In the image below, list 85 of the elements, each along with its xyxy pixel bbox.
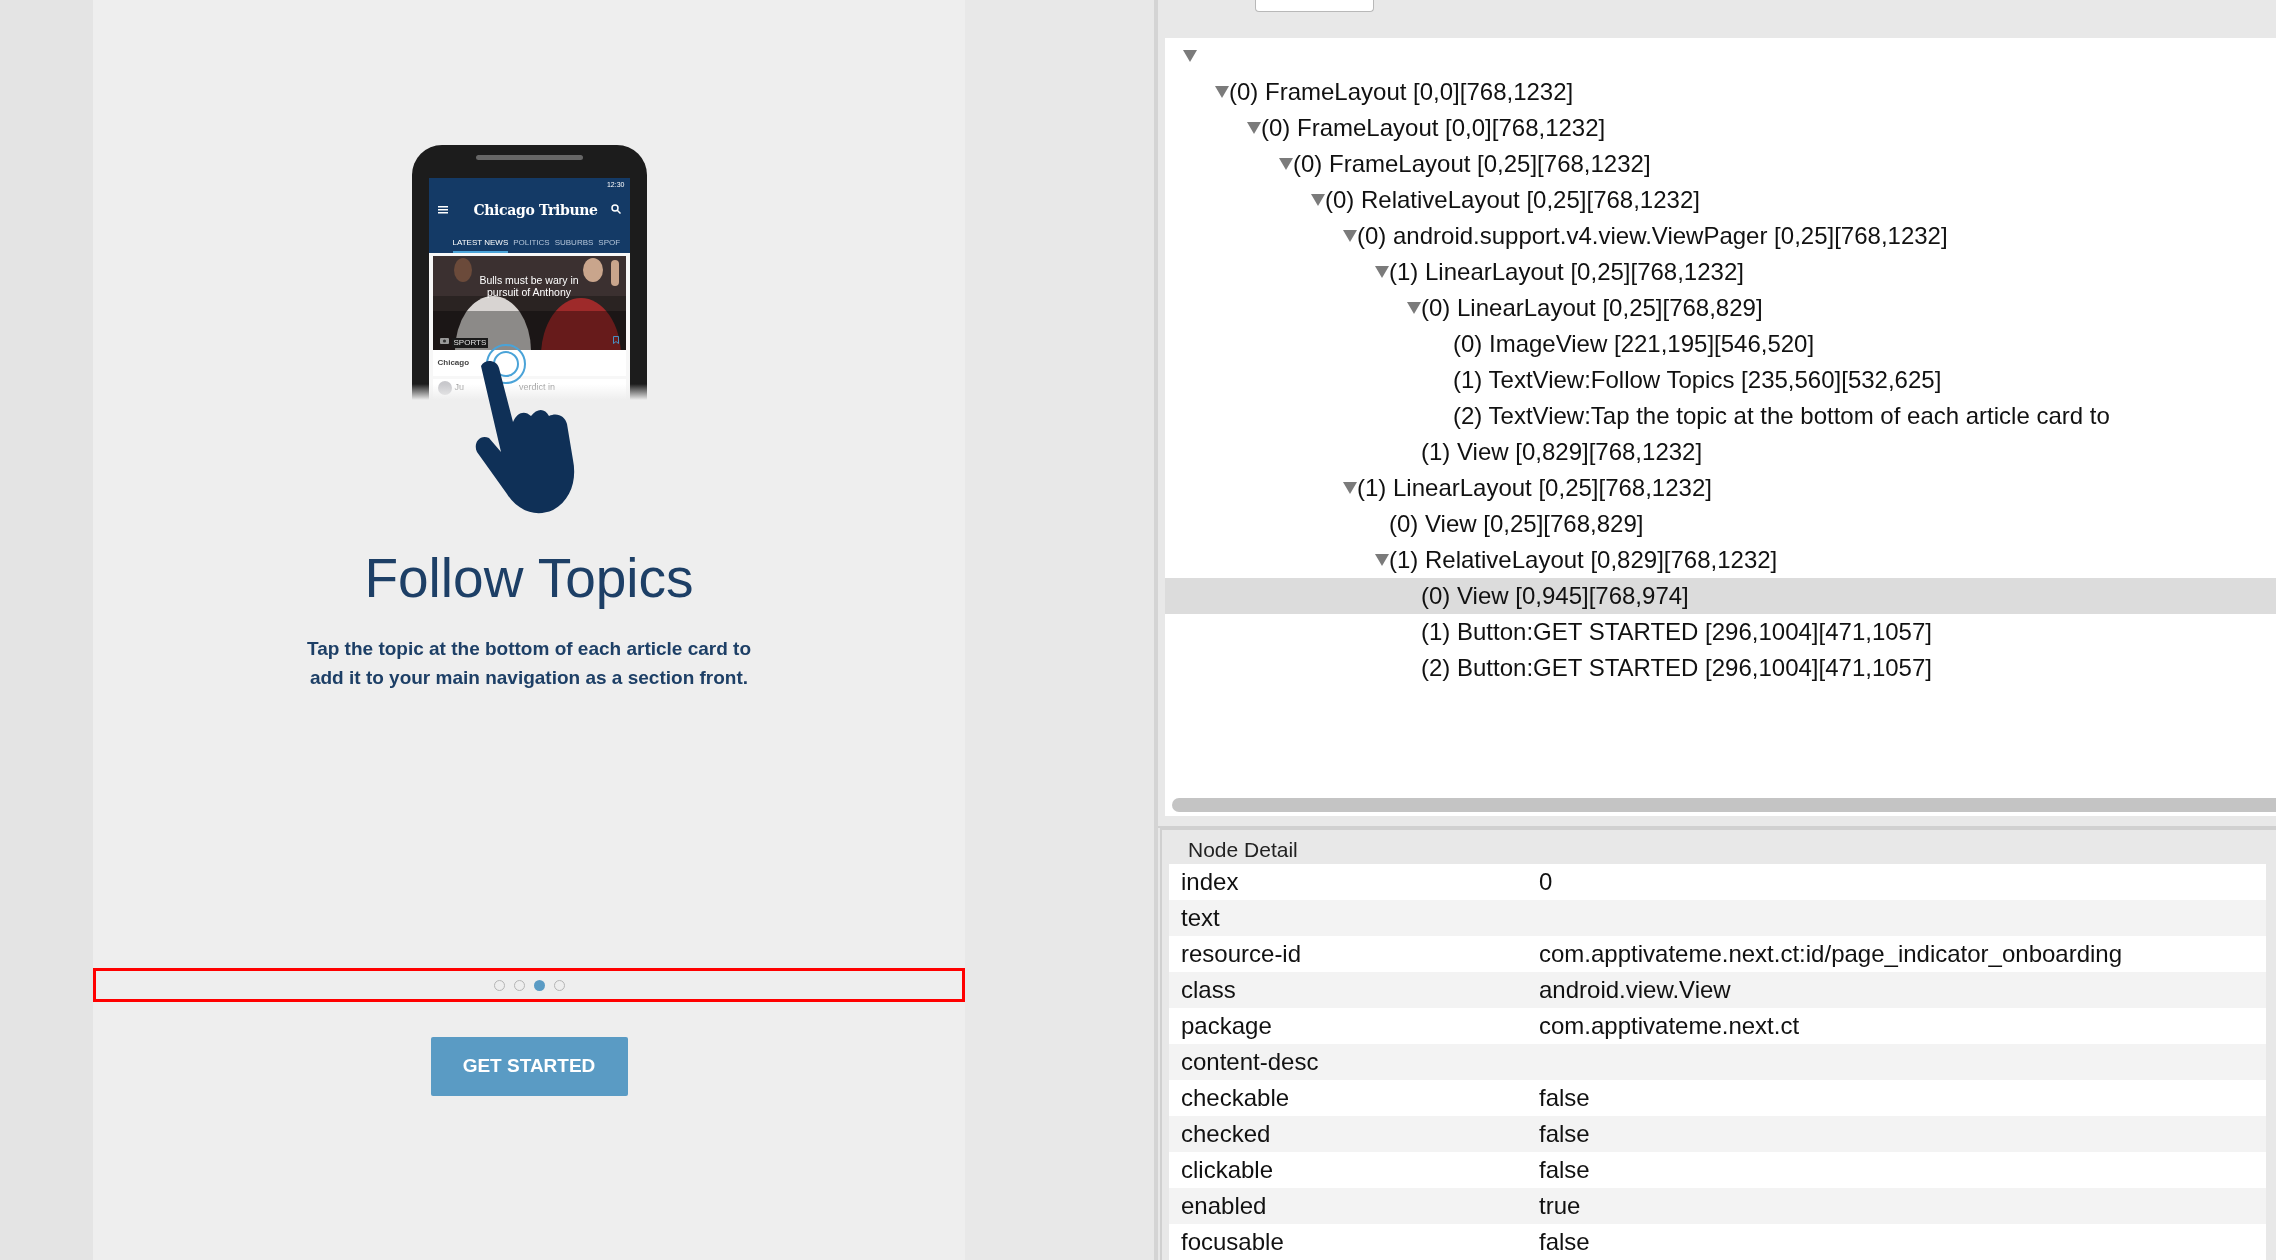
expanded-triangle-icon[interactable] <box>1215 85 1229 98</box>
expanded-triangle-icon[interactable] <box>1311 193 1325 206</box>
property-name: checkable <box>1180 1083 1291 1113</box>
node-label: (0) android.support.v4.view.ViewPager [0,25][768,1232] <box>1357 220 1948 251</box>
property-value: 0 <box>1539 867 1553 897</box>
tree-row[interactable]: (0) FrameLayout [0,0][768,1232] <box>1165 109 2276 146</box>
node-label: (0) FrameLayout [0,0][768,1232] <box>1261 112 1606 143</box>
headline: Bulls must be wary in pursuit of Anthony <box>478 274 580 298</box>
expanded-triangle-icon[interactable] <box>1375 265 1389 278</box>
tree-row[interactable]: (0) FrameLayout [0,25][768,1232] <box>1165 145 2276 182</box>
camera-icon <box>439 337 449 344</box>
tree-row[interactable]: (0) android.support.v4.view.ViewPager [0,25][768,1232] <box>1165 217 2276 254</box>
tree-row[interactable]: (0) View [0,25][768,829] <box>1165 505 2276 542</box>
node-label: (0) RelativeLayout [0,25][768,1232] <box>1325 184 1700 215</box>
app-tab[interactable]: SPOF <box>598 238 621 253</box>
node-label: (2) TextView:Tap the topic at the bottom of each article card to <box>1453 400 2110 431</box>
expanded-triangle-icon[interactable] <box>1279 157 1293 170</box>
tree-row[interactable]: (1) LinearLayout [0,25][768,1232] <box>1165 253 2276 290</box>
bookmark-icon[interactable] <box>612 336 619 344</box>
expanded-triangle-icon[interactable] <box>1407 301 1421 314</box>
property-name: content-desc <box>1180 1047 1320 1077</box>
tree-row[interactable]: (0) RelativeLayout [0,25][768,1232] <box>1165 181 2276 218</box>
description-line: Tap the topic at the bottom of each article card to <box>306 637 752 661</box>
tree-row[interactable]: (2) Button:GET STARTED [296,1004][471,1057] <box>1165 649 2276 686</box>
expanded-triangle-icon[interactable] <box>1343 481 1357 494</box>
property-value: false <box>1539 1155 1590 1185</box>
search-icon[interactable] <box>610 204 621 214</box>
expanded-triangle-icon[interactable] <box>1343 229 1357 242</box>
expanded-triangle-icon[interactable] <box>1375 553 1389 566</box>
tree-row[interactable]: (1) TextView:Follow Topics [235,560][532,625] <box>1165 361 2276 398</box>
expanded-triangle-icon[interactable] <box>1247 121 1261 134</box>
panel-title: Node Detail <box>1188 837 1299 863</box>
node-label: (1) TextView:Follow Topics [235,560][532,625] <box>1453 364 1942 395</box>
node-label: (1) LinearLayout [0,25][768,1232] <box>1389 256 1744 287</box>
property-name: text <box>1180 903 1221 933</box>
node-label: (0) View [0,25][768,829] <box>1389 508 1644 539</box>
menu-icon[interactable] <box>437 206 448 214</box>
node-label: (0) ImageView [221,195][546,520] <box>1453 328 1815 359</box>
node-label: (2) Button:GET STARTED [296,1004][471,1057] <box>1421 652 1932 683</box>
property-name: clickable <box>1180 1155 1275 1185</box>
tree-row[interactable]: (0) LinearLayout [0,25][768,829] <box>1165 289 2276 326</box>
pointing-hand-icon <box>473 360 577 514</box>
property-value: com.apptivateme.next.ct <box>1539 1011 1800 1041</box>
property-name: enabled <box>1180 1191 1268 1221</box>
property-value: android.view.View <box>1539 975 1731 1005</box>
tree-row[interactable]: (1) LinearLayout [0,25][768,1232] <box>1165 469 2276 506</box>
avatar <box>437 381 452 395</box>
property-name: checked <box>1180 1119 1272 1149</box>
property-value: false <box>1539 1119 1590 1149</box>
horizontal-scrollbar[interactable] <box>1172 798 2276 813</box>
app-tab[interactable]: SUBURBS <box>554 238 594 253</box>
app-tab[interactable]: LATEST NEWS <box>452 238 509 253</box>
article-title-start: Ju <box>454 381 464 394</box>
node-label: (1) Button:GET STARTED [296,1004][471,1057] <box>1421 616 1932 647</box>
property-name: index <box>1180 867 1240 897</box>
property-value: false <box>1539 1227 1590 1257</box>
app-logo: Chicago Tribune <box>473 201 598 220</box>
app-tab[interactable]: POLITICS <box>513 238 550 253</box>
node-label: (0) View [0,945][768,974] <box>1421 580 1689 611</box>
expanded-triangle-icon[interactable] <box>1183 49 1197 62</box>
node-label: (0) LinearLayout [0,25][768,829] <box>1421 292 1763 323</box>
tree-row[interactable]: (0) ImageView [221,195][546,520] <box>1165 325 2276 362</box>
property-name: resource-id <box>1180 939 1303 969</box>
tree-row[interactable]: (0) View [0,945][768,974] <box>1165 577 2276 614</box>
section-label: SPORTS <box>451 338 489 348</box>
tree-row[interactable]: (0) FrameLayout [0,0][768,1232] <box>1165 73 2276 110</box>
property-value: false <box>1539 1083 1590 1113</box>
property-name: package <box>1180 1011 1273 1041</box>
node-label: (1) RelativeLayout [0,829][768,1232] <box>1389 544 1778 575</box>
node-label: (1) View [0,829][768,1232] <box>1421 436 1703 467</box>
property-value: true <box>1539 1191 1581 1221</box>
tree-row[interactable]: (1) Button:GET STARTED [296,1004][471,1057] <box>1165 613 2276 650</box>
property-name: class <box>1180 975 1237 1005</box>
property-value: com.apptivateme.next.ct:id/page_indicator_onboarding <box>1539 939 2123 969</box>
tree-row[interactable]: (2) TextView:Tap the topic at the bottom of each article card to <box>1165 397 2276 434</box>
node-label: (0) FrameLayout [0,25][768,1232] <box>1293 148 1651 179</box>
node-label: (1) LinearLayout [0,25][768,1232] <box>1357 472 1712 503</box>
node-label: (0) FrameLayout [0,0][768,1232] <box>1229 76 1574 107</box>
description-line: add it to your main navigation as a section front. <box>309 666 749 690</box>
tree-row[interactable]: (1) View [0,829][768,1232] <box>1165 433 2276 470</box>
property-name: focusable <box>1180 1227 1285 1257</box>
topic-label: Chicago <box>437 357 470 369</box>
article-title-end: verdict in <box>519 381 556 394</box>
tree-row[interactable]: (1) RelativeLayout [0,829][768,1232] <box>1165 541 2276 578</box>
screen-title: Follow Topics <box>364 546 694 610</box>
